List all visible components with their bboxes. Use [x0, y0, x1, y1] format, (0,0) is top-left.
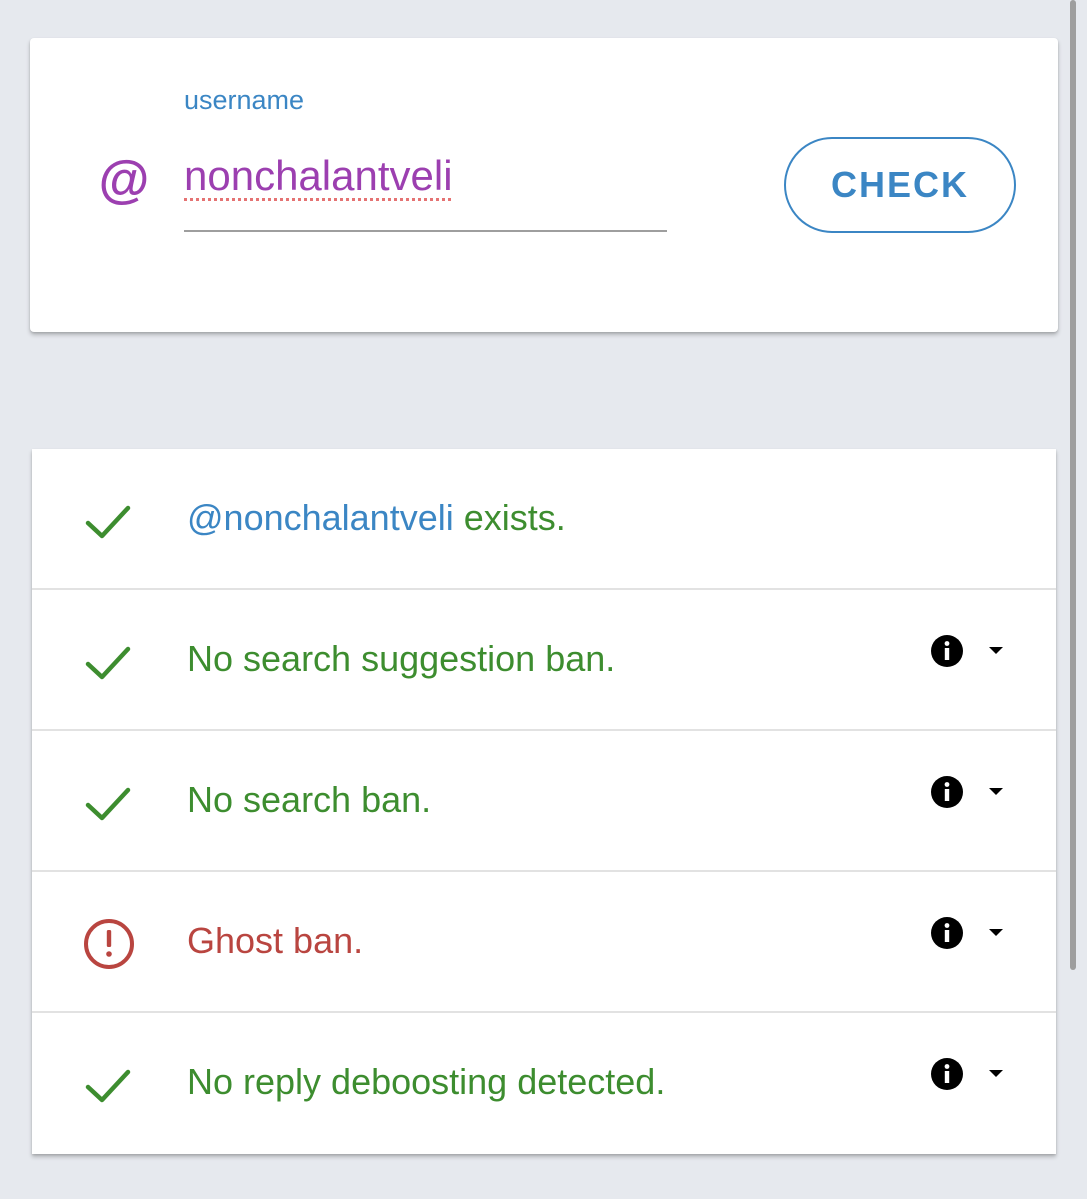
result-text-search-suggestion-ban: No search suggestion ban. [187, 638, 616, 679]
result-row-reply-deboosting: No reply deboosting detected. [32, 1013, 1056, 1154]
check-icon [85, 1069, 131, 1103]
check-button[interactable]: CHECK [784, 137, 1016, 233]
username-input[interactable]: nonchalantveli [184, 150, 453, 202]
username-input-underline [184, 230, 667, 232]
chevron-down-icon[interactable] [987, 645, 1005, 657]
exists-suffix: exists. [453, 497, 566, 538]
alert-circle-icon [84, 919, 134, 969]
result-text-search-ban: No search ban. [187, 779, 432, 820]
check-icon [85, 787, 131, 821]
check-icon [85, 505, 131, 539]
chevron-down-icon[interactable] [987, 927, 1005, 939]
username-field-label: username [184, 85, 305, 115]
username-search-card: @ username nonchalantveli CHECK [30, 38, 1058, 332]
result-text-ghost-ban: Ghost ban. [187, 920, 364, 961]
info-icon[interactable] [930, 916, 964, 950]
chevron-down-icon[interactable] [987, 1068, 1005, 1080]
check-icon [85, 646, 131, 680]
username-handle: @nonchalantveli [187, 497, 454, 538]
info-icon[interactable] [930, 775, 964, 809]
chevron-down-icon[interactable] [987, 786, 1005, 798]
result-row-search-ban: No search ban. [32, 731, 1056, 872]
info-icon[interactable] [930, 1057, 964, 1091]
result-row-ghost-ban: Ghost ban. [32, 872, 1056, 1013]
result-row-exists: @nonchalantveli exists. [32, 449, 1056, 590]
results-card: @nonchalantveli exists. No search sugges… [32, 449, 1056, 1154]
result-text-reply-deboosting: No reply deboosting detected. [187, 1061, 666, 1102]
page-scrollbar[interactable] [1070, 0, 1076, 970]
at-sign-icon: @ [98, 151, 150, 209]
result-row-search-suggestion-ban: No search suggestion ban. [32, 590, 1056, 731]
info-icon[interactable] [930, 634, 964, 668]
result-text-exists: @nonchalantveli exists. [187, 496, 566, 540]
